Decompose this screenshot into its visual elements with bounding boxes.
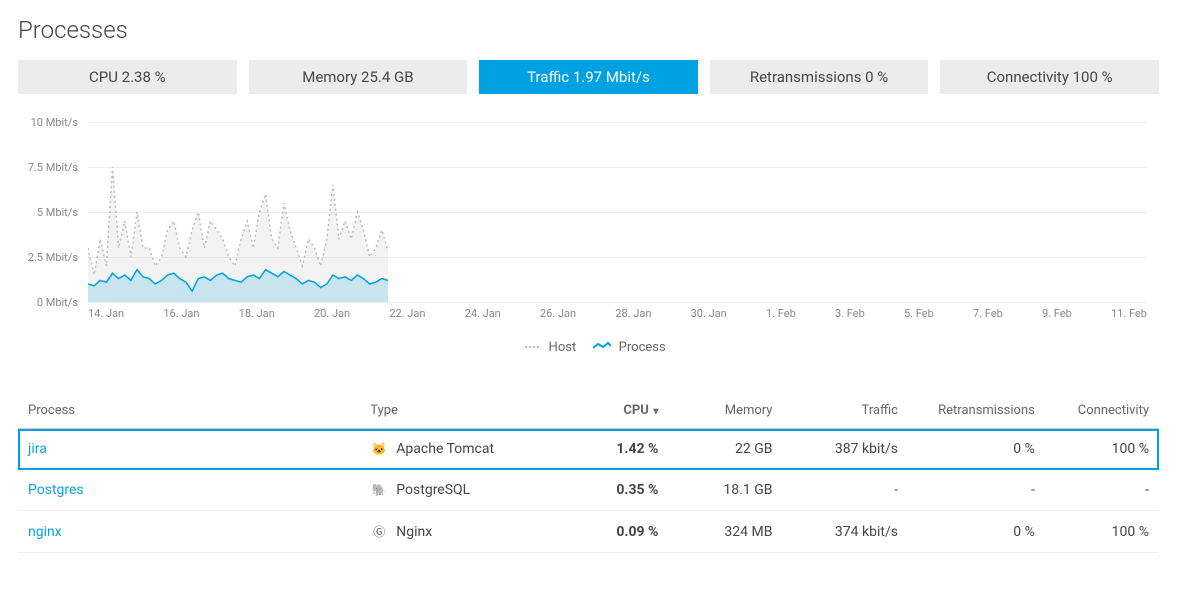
cpu-cell: 0.35 % — [566, 470, 669, 511]
col-retransmissions[interactable]: Retransmissions — [908, 395, 1045, 429]
ytick: 10 Mbit/s — [18, 116, 78, 129]
col-cpu[interactable]: CPU ▾ — [566, 395, 669, 429]
retrans-cell: 0 % — [908, 511, 1045, 553]
process-type: ⒼNginx — [360, 511, 565, 553]
xtick: 5. Feb — [904, 307, 934, 320]
xtick: 11. Feb — [1111, 307, 1147, 320]
retrans-cell: - — [908, 470, 1045, 511]
process-name[interactable]: nginx — [18, 511, 360, 553]
memory-cell: 324 MB — [668, 511, 782, 553]
tab-cpu[interactable]: CPU 2.38 % — [18, 60, 237, 94]
xtick: 26. Jan — [540, 307, 576, 320]
col-traffic[interactable]: Traffic — [782, 395, 908, 429]
legend-host: Host — [549, 340, 577, 355]
xtick: 22. Jan — [389, 307, 425, 320]
page-title: Processes — [18, 16, 1159, 44]
tab-retransmissions[interactable]: Retransmissions 0 % — [710, 60, 929, 94]
xtick: 14. Jan — [88, 307, 124, 320]
ytick: 0 Mbit/s — [18, 296, 78, 309]
process-swatch-icon — [593, 340, 611, 355]
table-row[interactable]: jira🐱Apache Tomcat1.42 %22 GB387 kbit/s0… — [18, 429, 1159, 470]
traffic-cell: 374 kbit/s — [782, 511, 908, 553]
xtick: 1. Feb — [766, 307, 796, 320]
process-type: 🐱Apache Tomcat — [360, 429, 565, 470]
xtick: 30. Jan — [691, 307, 727, 320]
conn-cell: - — [1045, 470, 1159, 511]
xtick: 16. Jan — [163, 307, 199, 320]
col-process[interactable]: Process — [18, 395, 360, 429]
ytick: 2.5 Mbit/s — [18, 251, 78, 264]
memory-cell: 22 GB — [668, 429, 782, 470]
chart-canvas — [88, 122, 388, 302]
tab-memory[interactable]: Memory 25.4 GB — [249, 60, 468, 94]
xtick: 20. Jan — [314, 307, 350, 320]
process-type: 🐘PostgreSQL — [360, 470, 565, 511]
nginx-icon: Ⓖ — [370, 523, 388, 540]
sort-desc-icon: ▾ — [651, 406, 659, 417]
process-name[interactable]: jira — [18, 429, 360, 470]
process-table: Process Type CPU ▾ Memory Traffic Retran… — [18, 395, 1159, 553]
col-memory[interactable]: Memory — [668, 395, 782, 429]
cpu-cell: 0.09 % — [566, 511, 669, 553]
chart-legend: Host Process — [18, 340, 1159, 355]
ytick: 7.5 Mbit/s — [18, 161, 78, 174]
memory-cell: 18.1 GB — [668, 470, 782, 511]
xtick: 24. Jan — [465, 307, 501, 320]
xtick: 28. Jan — [615, 307, 651, 320]
conn-cell: 100 % — [1045, 429, 1159, 470]
table-row[interactable]: nginxⒼNginx0.09 %324 MB374 kbit/s0 %100 … — [18, 511, 1159, 553]
table-row[interactable]: Postgres🐘PostgreSQL0.35 %18.1 GB--- — [18, 470, 1159, 511]
cpu-cell: 1.42 % — [566, 429, 669, 470]
traffic-cell: - — [782, 470, 908, 511]
legend-process: Process — [619, 340, 666, 355]
host-swatch-icon — [525, 340, 541, 355]
conn-cell: 100 % — [1045, 511, 1159, 553]
metric-tabs: CPU 2.38 % Memory 25.4 GB Traffic 1.97 M… — [18, 60, 1159, 94]
xtick: 9. Feb — [1042, 307, 1072, 320]
tab-traffic[interactable]: Traffic 1.97 Mbit/s — [479, 60, 698, 94]
col-type[interactable]: Type — [360, 395, 565, 429]
retrans-cell: 0 % — [908, 429, 1045, 470]
xticks: 14. Jan 16. Jan 18. Jan 20. Jan 22. Jan 24. J… — [88, 307, 1147, 320]
xtick: 3. Feb — [835, 307, 865, 320]
postgres-icon: 🐘 — [370, 483, 388, 497]
xtick: 7. Feb — [973, 307, 1003, 320]
traffic-cell: 387 kbit/s — [782, 429, 908, 470]
xtick: 18. Jan — [239, 307, 275, 320]
tomcat-icon: 🐱 — [370, 442, 388, 456]
col-connectivity[interactable]: Connectivity — [1045, 395, 1159, 429]
process-name[interactable]: Postgres — [18, 470, 360, 511]
ytick: 5 Mbit/s — [18, 206, 78, 219]
tab-connectivity[interactable]: Connectivity 100 % — [940, 60, 1159, 94]
traffic-chart: 10 Mbit/s 7.5 Mbit/s 5 Mbit/s 2.5 Mbit/s… — [18, 122, 1159, 332]
